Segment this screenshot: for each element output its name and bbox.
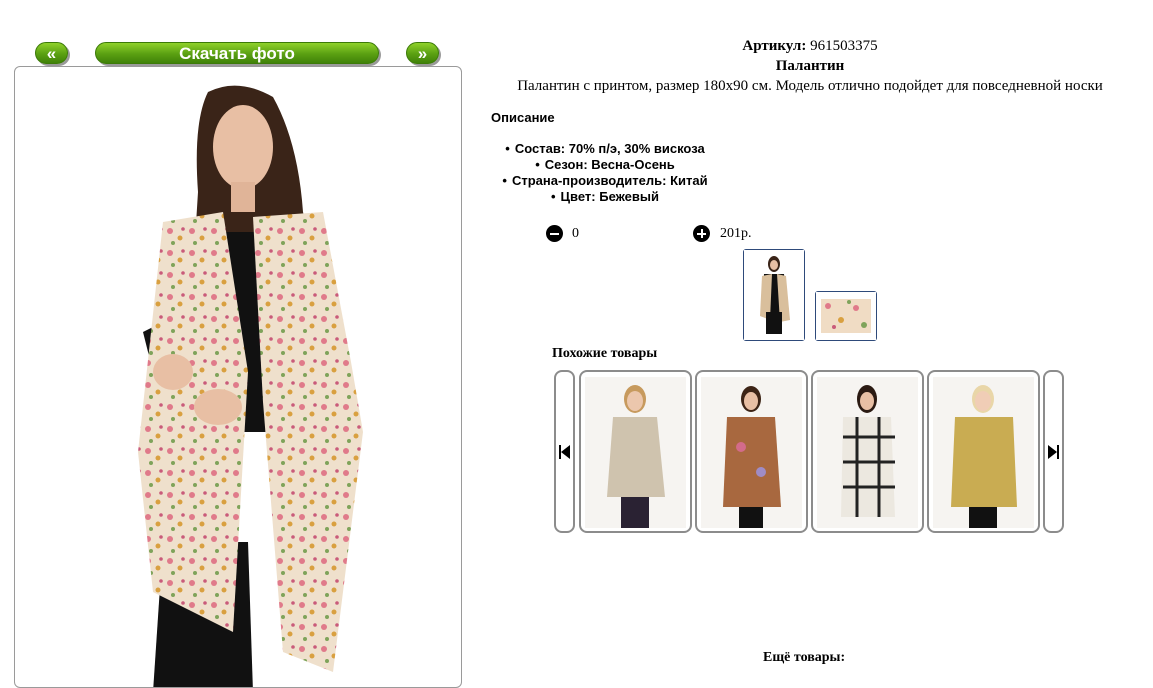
main-photo-frame — [14, 66, 462, 688]
minus-circle-icon[interactable] — [546, 225, 563, 242]
article-label: Артикул: — [742, 38, 807, 54]
spec-color: Цвет: Бежевый — [470, 189, 740, 205]
carousel-next-button[interactable] — [1043, 370, 1064, 533]
thumbnail-model[interactable] — [743, 249, 805, 341]
skip-forward-icon — [1048, 445, 1059, 459]
product-title: Палантин — [775, 58, 845, 74]
similar-product-card[interactable] — [811, 370, 924, 533]
similar-product-image — [585, 377, 686, 528]
thumbnail-model-image — [744, 250, 804, 340]
thumbnail-fabric-image — [816, 292, 876, 340]
more-products-title: Ещё товары: — [763, 650, 846, 665]
price-value: 201р. — [720, 226, 752, 241]
similar-product-image — [933, 377, 1034, 528]
spec-season: Сезон: Весна-Осень — [470, 157, 740, 173]
skip-back-icon — [559, 445, 570, 459]
article-line: Артикул: 961503375 — [470, 38, 1150, 55]
similar-product-card[interactable] — [695, 370, 808, 533]
similar-products-title: Похожие товары — [552, 346, 658, 361]
description-heading: Описание — [491, 110, 555, 125]
spec-composition: Состав: 70% п/э, 30% вискоза — [470, 141, 740, 157]
product-description: Палантин с принтом, размер 180х90 см. Мо… — [517, 78, 1103, 94]
previous-photo-button[interactable]: « — [35, 42, 68, 64]
similar-product-image — [701, 377, 802, 528]
similar-product-card[interactable] — [579, 370, 692, 533]
model-with-scarf-image — [138, 85, 363, 687]
plus-circle-icon[interactable] — [693, 225, 710, 242]
similar-product-card[interactable] — [927, 370, 1040, 533]
quantity-value: 0 — [572, 226, 579, 241]
download-photo-button[interactable]: Скачать фото — [95, 42, 379, 64]
spec-list: Состав: 70% п/э, 30% вискоза Сезон: Весн… — [470, 141, 740, 205]
thumbnail-fabric[interactable] — [815, 291, 877, 341]
carousel-prev-button[interactable] — [554, 370, 575, 533]
similar-product-image — [817, 377, 918, 528]
article-number: 961503375 — [810, 38, 878, 54]
main-product-photo[interactable] — [33, 72, 440, 687]
spec-country: Страна-производитель: Китай — [470, 173, 740, 189]
next-photo-button[interactable]: » — [406, 42, 439, 64]
